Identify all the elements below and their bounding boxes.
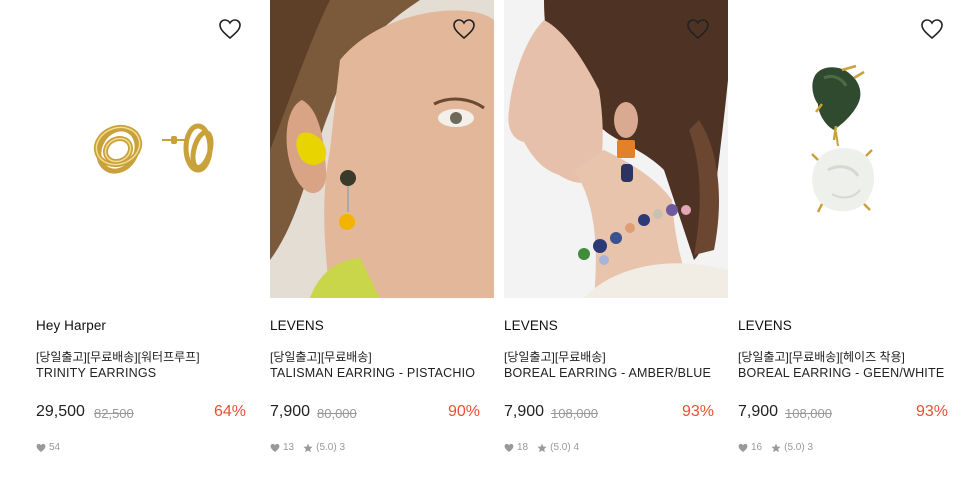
product-photo [738,0,962,298]
likes-count: 18 [504,442,528,453]
brand-name[interactable]: LEVENS [738,318,792,333]
brand-name[interactable]: LEVENS [270,318,324,333]
likes-value: 13 [283,442,295,453]
product-name[interactable]: BOREAL EARRING - GEEN/WHITE [738,366,944,380]
product-name[interactable]: TRINITY EARRINGS [36,366,156,380]
product-stats: 54 [36,442,69,453]
star-icon [303,443,313,453]
wishlist-heart-icon[interactable] [920,18,944,40]
likes-count: 54 [36,442,60,453]
price-row: 29,500 82,500 64% [36,403,246,425]
discount-rate: 90% [447,403,480,420]
price-row: 7,900 80,000 90% [270,403,480,425]
product-image[interactable] [36,0,260,298]
product-photo [36,0,260,298]
product-card[interactable]: Hey Harper [당일출고][무료배송][워터프루프] TRINITY E… [36,0,260,486]
heart-icon [738,443,748,453]
review-count: 3 [339,442,346,453]
wishlist-heart-icon[interactable] [218,18,242,40]
discount-rate: 64% [213,403,246,420]
product-stats: 18 (5.0) 4 [504,442,588,453]
product-card[interactable]: LEVENS [당일출고][무료배송] BOREAL EARRING - AMB… [504,0,728,486]
star-icon [771,443,781,453]
original-price: 108,000 [785,406,832,421]
rating: (5.0) 4 [537,442,579,453]
product-photo [504,0,728,298]
promo-tags: [당일출고][무료배송] [270,350,372,364]
product-image[interactable] [738,0,962,298]
likes-value: 18 [517,442,529,453]
brand-name[interactable]: Hey Harper [36,318,106,333]
sale-price: 7,900 [738,403,779,420]
sale-price: 7,900 [270,403,311,420]
product-image[interactable] [504,0,728,298]
sale-price: 29,500 [36,403,85,420]
product-stats: 13 (5.0) 3 [270,442,354,453]
promo-tags: [당일출고][무료배송][워터프루프] [36,350,200,364]
sale-price: 7,900 [504,403,545,420]
likes-value: 16 [751,442,763,453]
wishlist-heart-icon[interactable] [452,18,476,40]
original-price: 80,000 [317,406,357,421]
likes-value: 54 [49,442,61,453]
wishlist-heart-icon[interactable] [686,18,710,40]
original-price: 82,500 [94,406,134,421]
brand-name[interactable]: LEVENS [504,318,558,333]
original-price: 108,000 [551,406,598,421]
product-card[interactable]: LEVENS [당일출고][무료배송] TALISMAN EARRING - P… [270,0,494,486]
promo-tags: [당일출고][무료배송][헤이즈 착용] [738,350,905,364]
discount-rate: 93% [681,403,714,420]
price-row: 7,900 108,000 93% [504,403,714,425]
likes-count: 16 [738,442,762,453]
price-row: 7,900 108,000 93% [738,403,948,425]
heart-icon [36,443,46,453]
product-name[interactable]: BOREAL EARRING - AMBER/BLUE [504,366,711,380]
rating-value: (5.0) [784,442,805,453]
promo-tags: [당일출고][무료배송] [504,350,606,364]
product-stats: 16 (5.0) 3 [738,442,822,453]
review-count: 3 [807,442,814,453]
heart-icon [270,443,280,453]
product-photo [270,0,494,298]
star-icon [537,443,547,453]
rating: (5.0) 3 [771,442,813,453]
discount-rate: 93% [915,403,948,420]
product-card[interactable]: LEVENS [당일출고][무료배송][헤이즈 착용] BOREAL EARRI… [738,0,962,486]
product-image[interactable] [270,0,494,298]
product-name[interactable]: TALISMAN EARRING - PISTACHIO [270,366,475,380]
rating: (5.0) 3 [303,442,345,453]
likes-count: 13 [270,442,294,453]
product-grid: Hey Harper [당일출고][무료배송][워터프루프] TRINITY E… [0,0,979,486]
rating-value: (5.0) [550,442,571,453]
review-count: 4 [573,442,580,453]
heart-icon [504,443,514,453]
rating-value: (5.0) [316,442,337,453]
